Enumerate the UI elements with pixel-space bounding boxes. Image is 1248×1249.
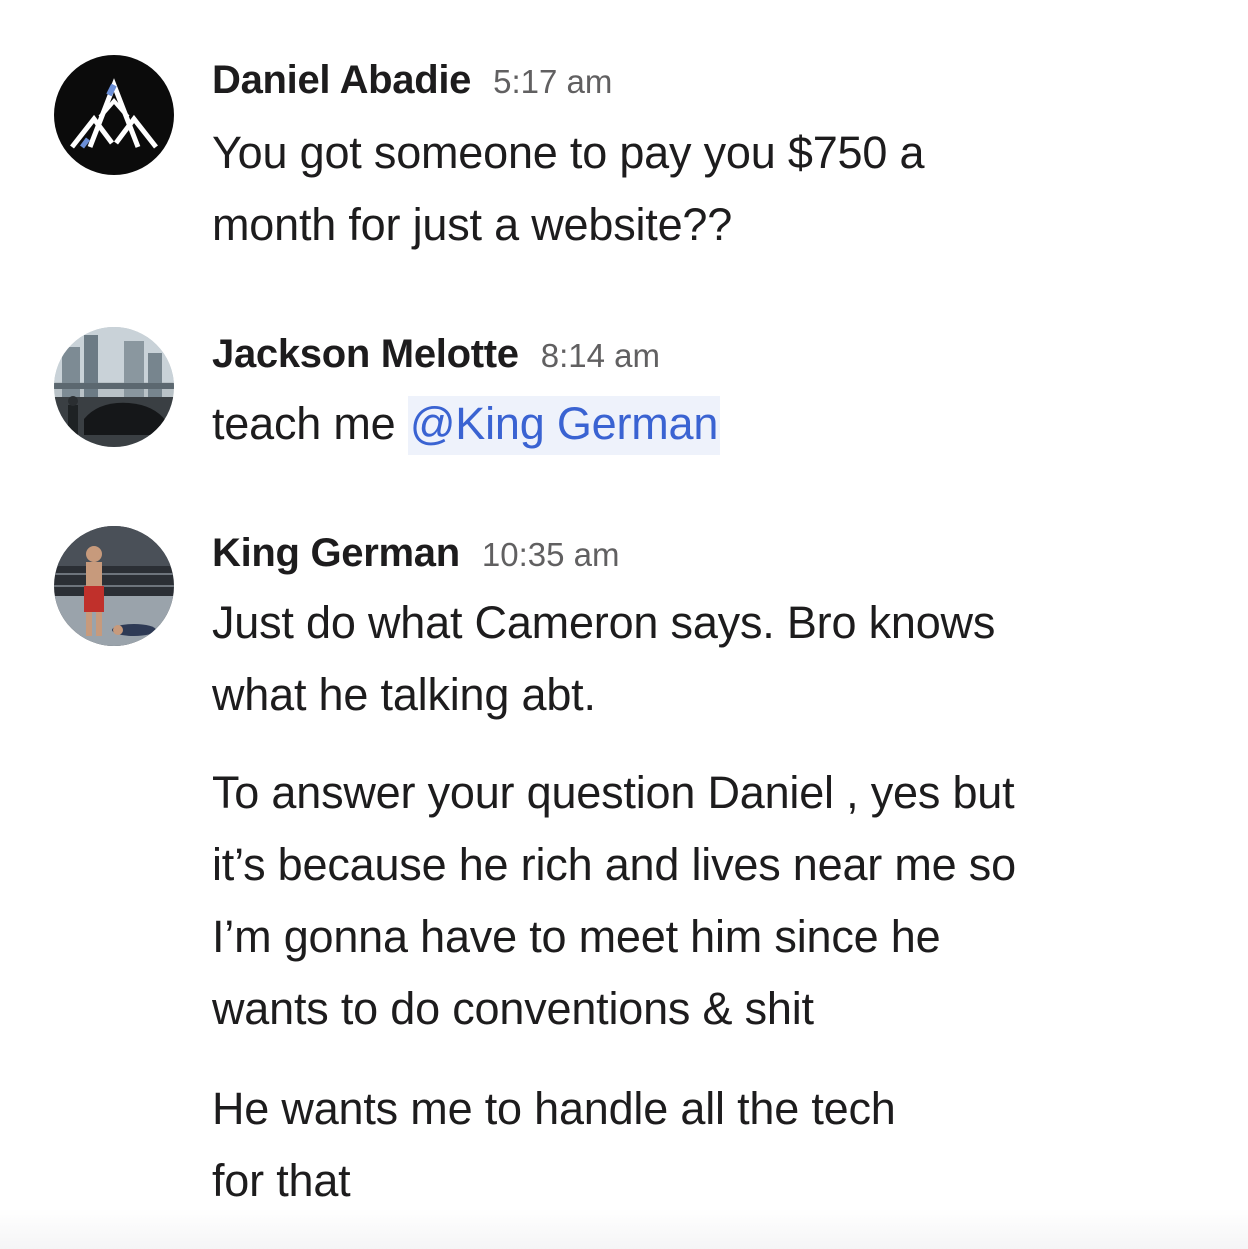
message-header: Daniel Abadie 5:17 am [212,58,612,103]
message-line: To answer your question Daniel , yes but [212,767,1015,818]
message-line: month for just a website?? [212,199,733,250]
fighter-photo [54,526,174,646]
message-paragraph: To answer your question Daniel , yes but… [212,757,1202,1045]
message-text: teach me @King German [212,388,1202,460]
avatar-daniel[interactable] [54,55,174,175]
message-header: King German 10:35 am [212,531,619,576]
author-name[interactable]: King German [212,531,460,575]
message-paragraph: Just do what Cameron says. Bro knows wha… [212,587,1202,731]
timestamp[interactable]: 5:17 am [493,63,612,100]
message-line: for that [212,1155,351,1206]
author-name[interactable]: Daniel Abadie [212,58,471,102]
message-line: You got someone to pay you $750 a [212,127,925,178]
timestamp[interactable]: 8:14 am [541,337,660,374]
avatar-king[interactable] [54,526,174,646]
author-name[interactable]: Jackson Melotte [212,332,519,376]
message-line: it’s because he rich and lives near me s… [212,839,1016,890]
bottom-edge-shadow [0,1209,1248,1249]
message-header: Jackson Melotte 8:14 am [212,332,660,377]
user-mention[interactable]: @King German [407,396,721,455]
message-line: wants to do conventions & shit [212,983,814,1034]
timestamp[interactable]: 10:35 am [482,536,620,573]
message-text-prefix: teach me [212,398,408,449]
message-line: He wants me to handle all the tech [212,1083,896,1134]
message-paragraph: He wants me to handle all the tech for t… [212,1073,1202,1217]
message-line: I’m gonna have to meet him since he [212,911,941,962]
message-line: what he talking abt. [212,669,596,720]
city-car-photo [54,327,174,447]
message-text: You got someone to pay you $750 a month … [212,117,1202,261]
mountain-logo-icon [70,78,158,149]
message-line: Just do what Cameron says. Bro knows [212,597,996,648]
avatar-jackson[interactable] [54,327,174,447]
